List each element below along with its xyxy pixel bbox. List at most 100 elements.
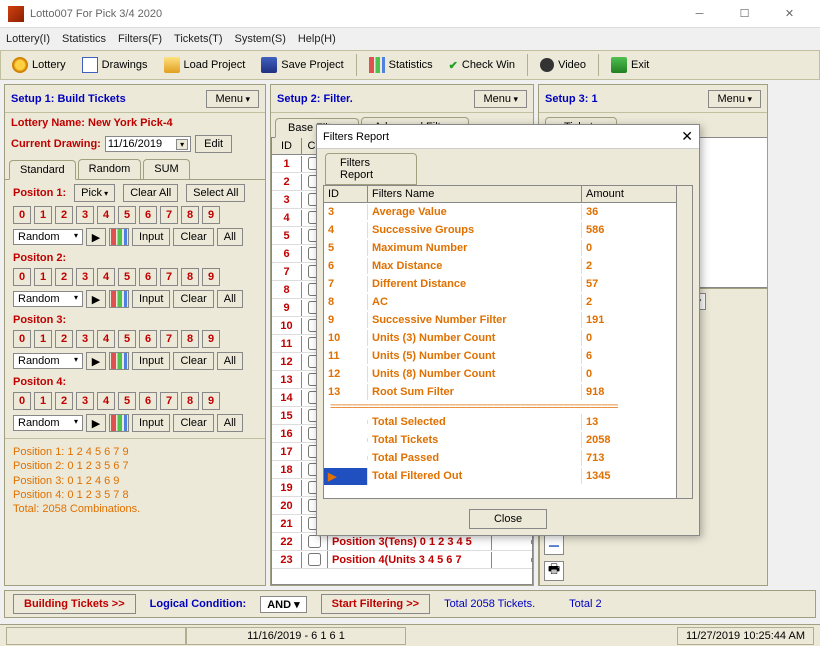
all-button-1[interactable]: All [217,228,243,246]
digit-0[interactable]: 0 [13,206,31,224]
menu-lottery[interactable]: Lottery(I) [6,33,50,45]
filter-checkbox[interactable] [308,535,321,548]
digit-5[interactable]: 5 [118,392,136,410]
tab-standard[interactable]: Standard [9,160,76,180]
digit-8[interactable]: 8 [181,392,199,410]
input-button-2[interactable]: Input [132,290,170,308]
dialog-close-button[interactable]: Close [469,509,547,529]
chart-button-1[interactable] [109,228,129,246]
dialog-close-icon[interactable]: ✕ [681,128,693,145]
digit-2[interactable]: 2 [55,206,73,224]
filter-row[interactable]: 23Position 4(Units 3 4 5 6 7 [272,551,532,569]
go-button-4[interactable]: ▶ [86,414,106,432]
menu-system[interactable]: System(S) [235,33,286,45]
digit-4[interactable]: 4 [97,206,115,224]
tool-load[interactable]: Load Project [157,54,253,76]
digit-1[interactable]: 1 [34,330,52,348]
digit-7[interactable]: 7 [160,268,178,286]
digit-2[interactable]: 2 [55,330,73,348]
digit-8[interactable]: 8 [181,206,199,224]
digit-7[interactable]: 7 [160,330,178,348]
digit-4[interactable]: 4 [97,330,115,348]
digit-9[interactable]: 9 [202,330,220,348]
all-button-3[interactable]: All [217,352,243,370]
digit-3[interactable]: 3 [76,392,94,410]
digit-0[interactable]: 0 [13,392,31,410]
maximize-button[interactable]: ☐ [722,2,767,26]
tool-check[interactable]: ✔Check Win [442,56,522,75]
digit-4[interactable]: 4 [97,392,115,410]
digit-6[interactable]: 6 [139,206,157,224]
all-button-2[interactable]: All [217,290,243,308]
edit-button[interactable]: Edit [195,135,232,153]
menu-statistics[interactable]: Statistics [62,33,106,45]
go-button-2[interactable]: ▶ [86,290,106,308]
digit-9[interactable]: 9 [202,206,220,224]
dialog-tab[interactable]: Filters Report [325,153,417,185]
minimize-button[interactable]: ─ [677,2,722,26]
tool-stats[interactable]: Statistics [362,54,440,76]
panel1-menu-button[interactable]: Menu [206,90,259,108]
clear-button-2[interactable]: Clear [173,290,213,308]
digit-6[interactable]: 6 [139,268,157,286]
digit-2[interactable]: 2 [55,392,73,410]
chart-button-4[interactable] [109,414,129,432]
digit-5[interactable]: 5 [118,330,136,348]
digit-9[interactable]: 9 [202,268,220,286]
menu-help[interactable]: Help(H) [298,33,336,45]
tool-exit[interactable]: Exit [604,54,656,76]
clear-all-button[interactable]: Clear All [123,184,178,202]
tab-random[interactable]: Random [78,159,142,179]
digit-8[interactable]: 8 [181,330,199,348]
pick-button[interactable]: Pick [74,184,115,202]
chart-button-2[interactable] [109,290,129,308]
digit-7[interactable]: 7 [160,206,178,224]
current-drawing-date-select[interactable]: 11/16/2019 [105,136,191,152]
tool-drawings[interactable]: Drawings [75,54,155,76]
digit-4[interactable]: 4 [97,268,115,286]
digit-3[interactable]: 3 [76,206,94,224]
digit-7[interactable]: 7 [160,392,178,410]
digit-9[interactable]: 9 [202,392,220,410]
digit-3[interactable]: 3 [76,330,94,348]
menu-tickets[interactable]: Tickets(T) [174,33,222,45]
tool-lottery[interactable]: Lottery [5,54,73,76]
digit-3[interactable]: 3 [76,268,94,286]
random-select-4[interactable]: Random [13,415,83,431]
menu-filters[interactable]: Filters(F) [118,33,162,45]
digit-1[interactable]: 1 [34,206,52,224]
all-button-4[interactable]: All [217,414,243,432]
select-all-button[interactable]: Select All [186,184,245,202]
go-button-3[interactable]: ▶ [86,352,106,370]
start-filtering-button[interactable]: Start Filtering >> [321,594,430,614]
digit-6[interactable]: 6 [139,330,157,348]
dialog-scrollbar[interactable] [676,186,692,498]
input-button-3[interactable]: Input [132,352,170,370]
digit-5[interactable]: 5 [118,206,136,224]
digit-1[interactable]: 1 [34,268,52,286]
digit-8[interactable]: 8 [181,268,199,286]
tool-video[interactable]: Video [533,55,593,75]
panel3-menu-button[interactable]: Menu [708,90,761,108]
digit-1[interactable]: 1 [34,392,52,410]
input-button-1[interactable]: Input [132,228,170,246]
tab-sum[interactable]: SUM [143,159,189,179]
random-select-3[interactable]: Random [13,353,83,369]
tool-save[interactable]: Save Project [254,54,350,76]
input-button-4[interactable]: Input [132,414,170,432]
clear-button-4[interactable]: Clear [173,414,213,432]
go-button-1[interactable]: ▶ [86,228,106,246]
print-icon[interactable]: 🖶 [544,561,564,581]
digit-5[interactable]: 5 [118,268,136,286]
close-button[interactable]: ✕ [767,2,812,26]
digit-2[interactable]: 2 [55,268,73,286]
digit-0[interactable]: 0 [13,268,31,286]
chart-button-3[interactable] [109,352,129,370]
random-select-2[interactable]: Random [13,291,83,307]
filter-checkbox[interactable] [308,553,321,566]
clear-button-3[interactable]: Clear [173,352,213,370]
panel2-menu-button[interactable]: Menu [474,90,527,108]
minus-icon[interactable]: － [544,535,564,555]
random-select-1[interactable]: Random [13,229,83,245]
digit-6[interactable]: 6 [139,392,157,410]
